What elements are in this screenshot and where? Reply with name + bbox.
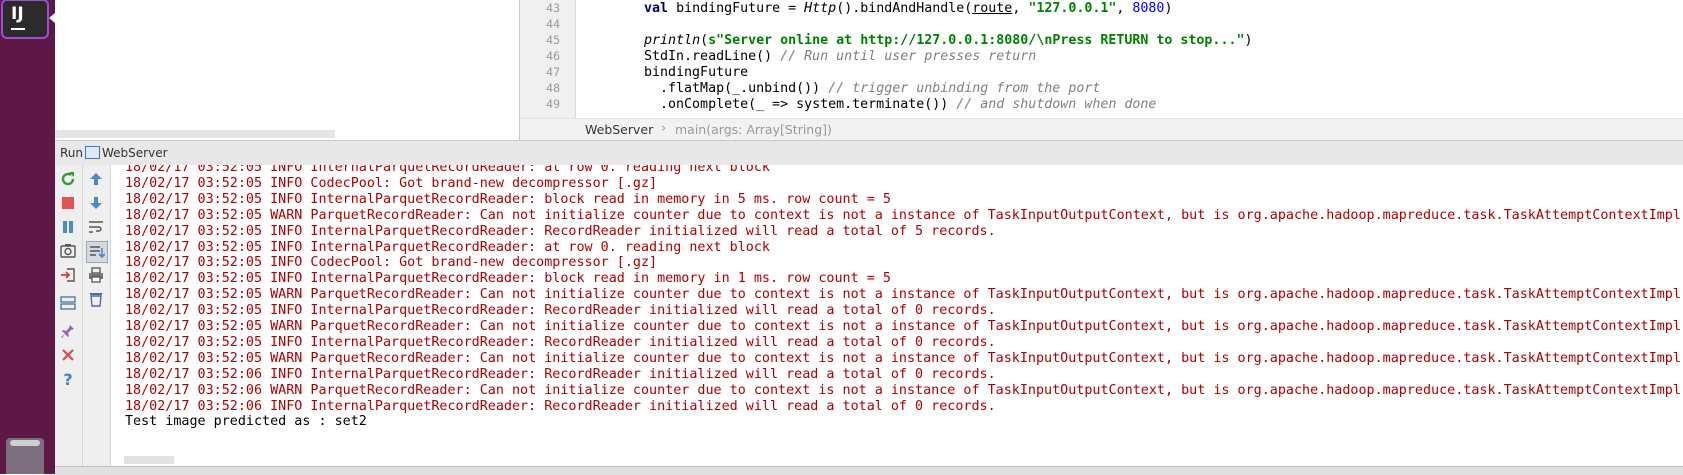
line-number: 46 [546, 49, 560, 63]
console-line: 18/02/17 03:52:05 WARN ParquetRecordRead… [125, 350, 1681, 366]
console-line: 18/02/17 03:52:05 WARN ParquetRecordRead… [125, 287, 1681, 303]
code-editor[interactable]: val bindingFuture = Http().bindAndHandle… [576, 0, 1683, 118]
breadcrumb: WebServer › main(args: Array[String]) [520, 118, 1683, 141]
code-token: StdIn.readLine() [612, 49, 781, 64]
code-line: val bindingFuture = Http().bindAndHandle… [612, 0, 1172, 17]
line-number: 44 [546, 17, 560, 31]
intellij-launcher-icon[interactable]: IJ [3, 1, 47, 37]
run-toolbar-secondary [83, 165, 111, 474]
breadcrumb-separator-icon: › [661, 121, 667, 136]
exit-icon[interactable] [58, 265, 78, 285]
console-line: 18/02/17 03:52:05 INFO CodecPool: Got br… [125, 255, 658, 271]
code-token: Http [804, 1, 837, 16]
console-horizontal-scrollbar[interactable] [124, 456, 174, 464]
code-line: .onComplete(_ => system.terminate()) // … [612, 96, 1156, 113]
rerun-icon[interactable] [58, 169, 78, 189]
console-line: 18/02/17 03:52:05 INFO InternalParquetRe… [125, 271, 891, 287]
line-number: 45 [546, 33, 560, 47]
line-number-gutter: 43 44 45 46 47 48 49 [520, 0, 576, 118]
code-token: 8080 [1132, 1, 1165, 16]
code-token: ) [1164, 1, 1173, 16]
down-arrow-icon[interactable] [86, 193, 106, 213]
console-line: 18/02/17 03:52:05 WARN ParquetRecordRead… [125, 319, 1681, 334]
code-line: StdIn.readLine() // Run until user press… [612, 48, 1036, 65]
console-output[interactable]: 18/02/17 03:52:05 INFO InternalParquetRe… [111, 165, 1683, 463]
pin-icon[interactable] [58, 321, 78, 341]
project-pane [55, 0, 520, 140]
console-line: 18/02/17 03:52:05 INFO InternalParquetRe… [125, 191, 891, 207]
help-icon[interactable]: ? [58, 369, 78, 389]
dump-threads-icon[interactable] [58, 241, 78, 261]
code-token: // Run until user presses return [780, 49, 1037, 64]
code-token: s"Server online at http://127.0.0.1:8080… [708, 33, 1245, 48]
code-token: ( [700, 33, 709, 48]
line-number: 47 [546, 65, 560, 79]
code-token: .onComplete(_ => system.terminate()) [612, 97, 957, 112]
code-token: // and shutdown when done [956, 97, 1157, 112]
code-token: ().bindAndHandle( [836, 1, 973, 16]
line-number: 43 [546, 1, 560, 15]
console-line: 18/02/17 03:52:05 WARN ParquetRecordRead… [125, 207, 1681, 223]
code-token: "127.0.0.1" [1028, 1, 1117, 16]
stop-icon[interactable] [58, 193, 78, 213]
console-result-line: Test image predicted as : set2 [125, 414, 367, 430]
layout-icon[interactable] [58, 293, 78, 313]
scroll-to-end-icon[interactable] [86, 241, 108, 263]
code-token: println [644, 33, 701, 48]
run-toolbar-primary: ? [55, 165, 83, 474]
project-pane-scrollbar[interactable] [55, 130, 335, 138]
console-line: 18/02/17 03:52:05 INFO CodecPool: Got br… [125, 175, 658, 191]
console-line: 18/02/17 03:52:05 INFO InternalParquetRe… [125, 334, 996, 350]
code-token: val [644, 1, 669, 16]
line-number: 49 [546, 97, 560, 111]
soft-wrap-icon[interactable] [86, 217, 106, 237]
run-config-icon [85, 146, 100, 159]
code-token: ) [1244, 33, 1253, 48]
launcher-dock: IJ [0, 0, 55, 474]
code-token: , [1012, 1, 1029, 16]
up-arrow-icon[interactable] [86, 169, 106, 189]
run-tool-window-header: Run WebServer [55, 140, 1683, 166]
run-window-label: Run [60, 146, 84, 160]
console-line: 18/02/17 03:52:06 INFO InternalParquetRe… [125, 398, 996, 414]
code-token: // trigger unbinding from the port [828, 81, 1101, 96]
trash-launcher-icon[interactable] [6, 438, 44, 474]
trash-icon[interactable] [86, 289, 106, 309]
code-token: , [1116, 1, 1133, 16]
code-line: bindingFuture [612, 64, 748, 81]
breadcrumb-class[interactable]: WebServer [585, 122, 653, 137]
console-line: 18/02/17 03:52:06 WARN ParquetRecordRead… [125, 382, 1681, 398]
line-number: 48 [546, 81, 560, 95]
print-icon[interactable] [86, 265, 106, 285]
pause-icon[interactable] [58, 217, 78, 237]
console-line: 18/02/17 03:52:06 INFO InternalParquetRe… [125, 366, 996, 382]
console-line: 18/02/17 03:52:05 INFO InternalParquetRe… [125, 239, 770, 255]
code-token: .flatMap(_.unbind()) [612, 81, 829, 96]
breadcrumb-method[interactable]: main(args: Array[String]) [675, 122, 832, 137]
code-token: bindingFuture = [668, 1, 805, 16]
code-token: route [972, 1, 1013, 16]
code-line: .flatMap(_.unbind()) // trigger unbindin… [612, 80, 1100, 97]
console-line: 18/02/17 03:52:05 INFO InternalParquetRe… [125, 303, 996, 319]
code-line: println(s"Server online at http://127.0.… [612, 32, 1252, 49]
run-config-tab[interactable]: WebServer [102, 146, 168, 160]
console-line: 18/02/17 03:52:05 INFO InternalParquetRe… [125, 223, 996, 239]
close-icon[interactable] [58, 345, 78, 365]
code-token: bindingFuture [612, 65, 749, 80]
